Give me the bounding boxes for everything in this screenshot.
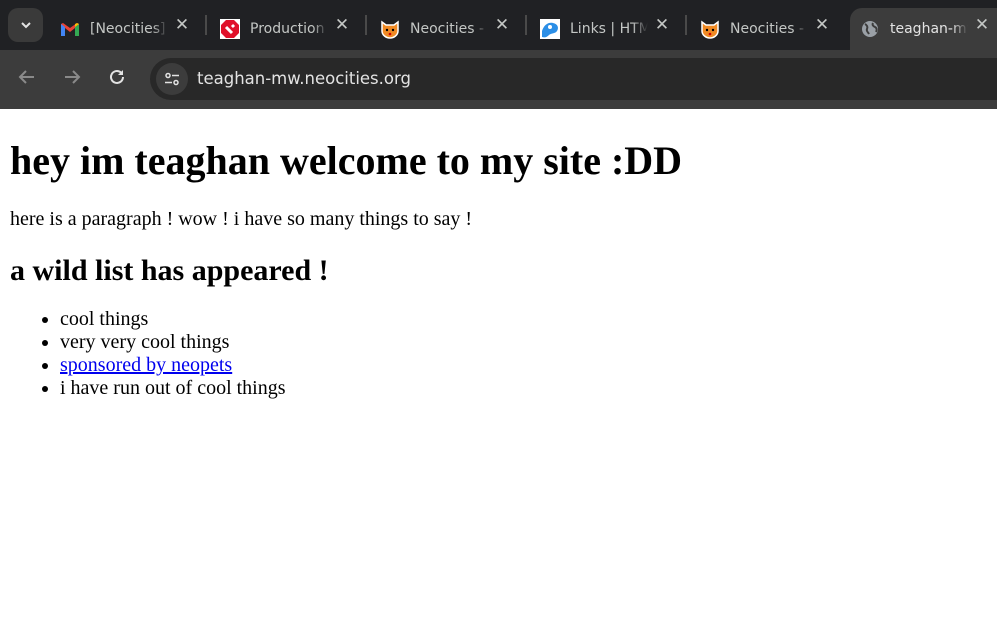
tab-divider: [365, 15, 367, 35]
page-heading: hey im teaghan welcome to my site :DD: [10, 138, 683, 183]
list-item: very very cool things: [60, 331, 987, 354]
tab-title: Production: [250, 21, 325, 37]
tab-title: Neocities -: [730, 21, 805, 37]
tune-icon: [165, 72, 179, 86]
list-item: i have run out of cool things: [60, 377, 987, 400]
neocities-cat-icon: [700, 19, 720, 39]
tab-divider: [685, 15, 687, 35]
reload-icon: [110, 69, 124, 84]
close-icon[interactable]: ✕: [334, 17, 350, 34]
browser-chrome: [Neocities] ✕ Production ✕ Neocities - ✕…: [0, 0, 997, 109]
toolbar: teaghan-mw.neocities.org: [0, 50, 997, 109]
neopets-link[interactable]: sponsored by neopets: [60, 354, 232, 376]
tab-search-button[interactable]: [8, 8, 43, 42]
arrow-right-icon: [65, 70, 81, 84]
list-item: cool things: [60, 308, 987, 331]
close-icon[interactable]: ✕: [174, 17, 190, 34]
tab-title: teaghan-mw: [890, 21, 968, 37]
tab-strip: [Neocities] ✕ Production ✕ Neocities - ✕…: [0, 0, 997, 50]
neocities-cat-icon: [380, 19, 400, 39]
tab-title: [Neocities]: [90, 21, 166, 37]
list-heading: a wild list has appeared !: [10, 254, 329, 287]
close-icon[interactable]: ✕: [814, 17, 830, 34]
tab-divider: [525, 15, 527, 35]
web-page: hey im teaghan welcome to my site :DD he…: [0, 109, 997, 617]
globe-icon: [860, 19, 880, 39]
close-icon[interactable]: ✕: [654, 17, 670, 34]
tab-neocities-2[interactable]: Neocities - ✕: [690, 8, 850, 50]
tab-gmail[interactable]: [Neocities] ✕: [50, 8, 210, 50]
gmail-icon: [60, 19, 80, 39]
tab-neocities[interactable]: Neocities - ✕: [370, 8, 530, 50]
production-icon: [220, 19, 240, 39]
url-text[interactable]: teaghan-mw.neocities.org: [197, 69, 411, 88]
back-button[interactable]: [14, 64, 40, 90]
tab-title: Neocities -: [410, 21, 485, 37]
site-info-button[interactable]: [156, 63, 188, 95]
close-icon[interactable]: ✕: [494, 17, 510, 34]
cool-things-list: cool things very very cool things sponso…: [10, 308, 987, 400]
list-item: sponsored by neopets: [60, 354, 987, 377]
arrow-left-icon: [18, 70, 34, 84]
tab-teaghan-active[interactable]: teaghan-mw ✕: [850, 8, 997, 50]
close-icon[interactable]: ✕: [974, 17, 990, 34]
tab-production[interactable]: Production ✕: [210, 8, 370, 50]
chevron-down-icon: [20, 22, 31, 29]
forward-button[interactable]: [59, 64, 85, 90]
tab-links[interactable]: Links | HTML ✕: [530, 8, 690, 50]
address-bar[interactable]: teaghan-mw.neocities.org: [150, 58, 997, 100]
paragraph: here is a paragraph ! wow ! i have so ma…: [10, 208, 473, 230]
tab-title: Links | HTML: [570, 21, 648, 37]
tab-divider: [205, 15, 207, 35]
links-icon: [540, 19, 560, 39]
reload-button[interactable]: [104, 64, 130, 90]
